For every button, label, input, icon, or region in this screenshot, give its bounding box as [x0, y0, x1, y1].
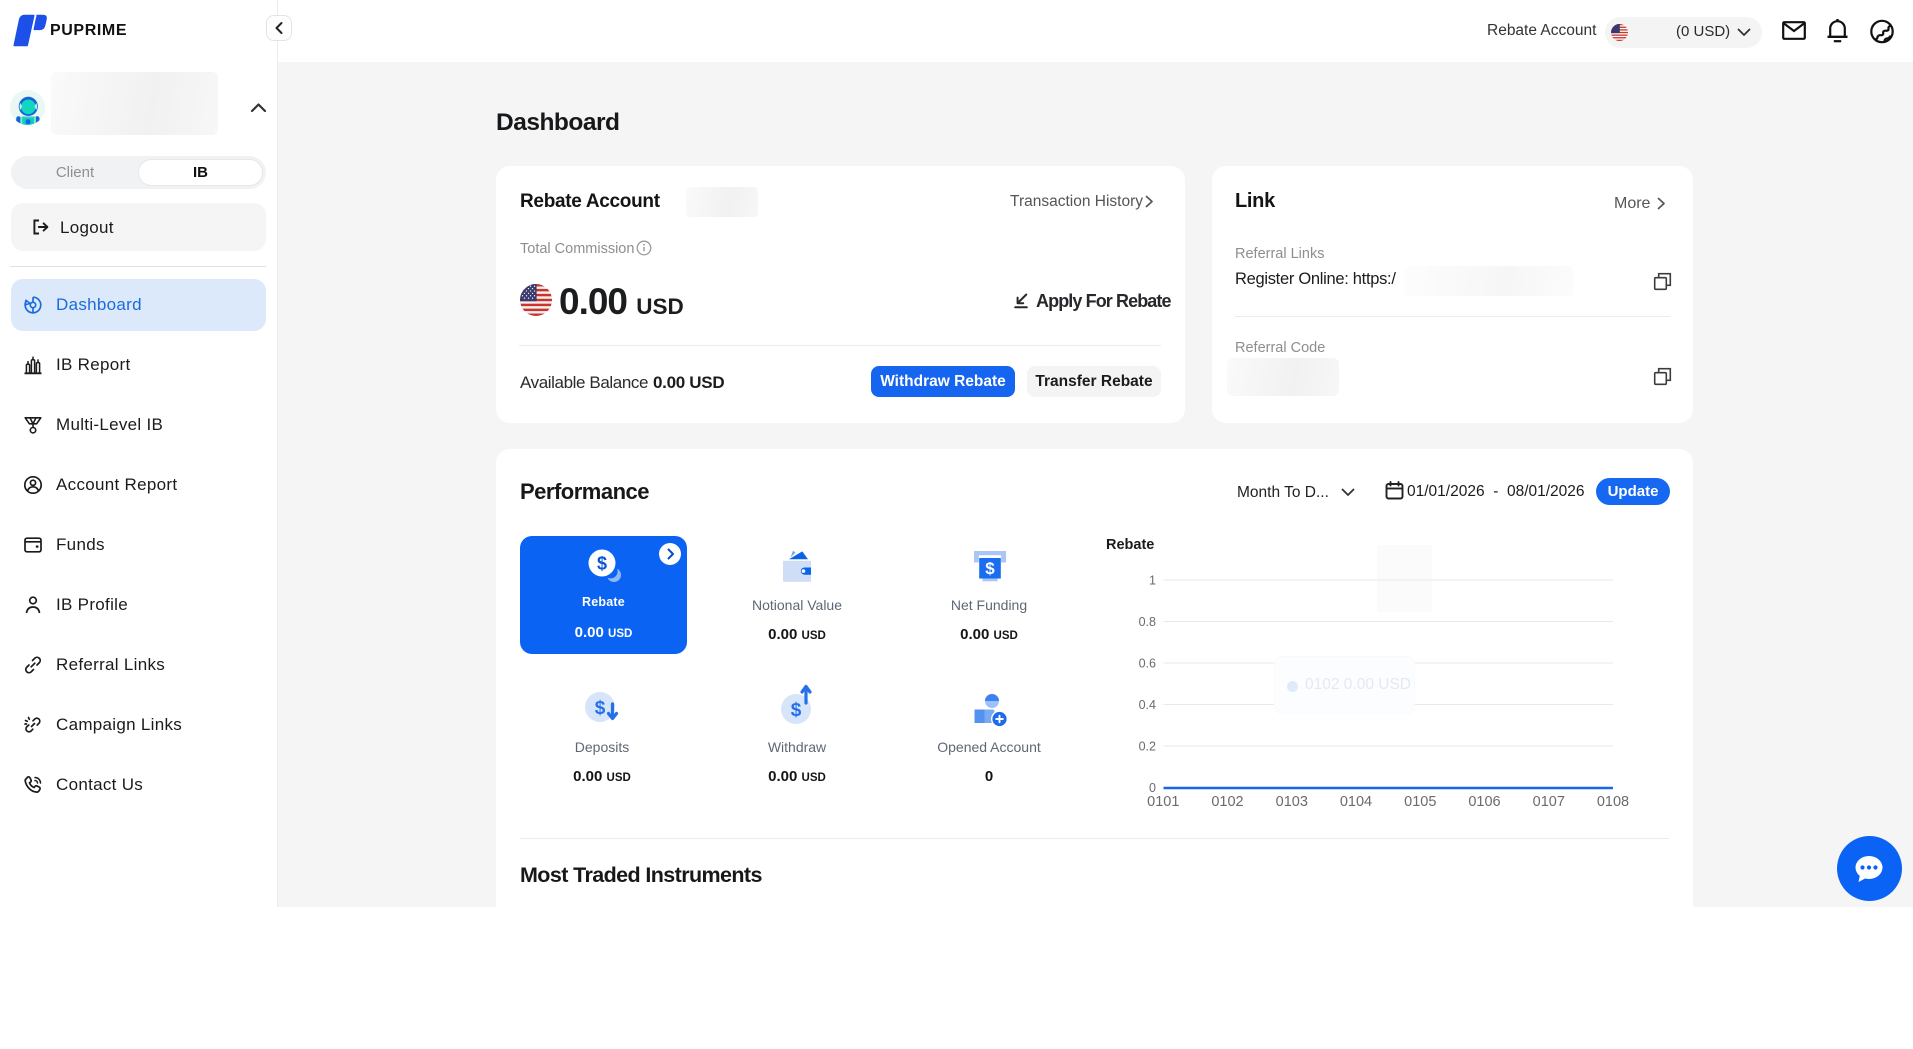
svg-text:0103: 0103 — [1276, 794, 1308, 810]
svg-text:0.6: 0.6 — [1139, 656, 1156, 670]
svg-text:$: $ — [597, 554, 607, 574]
svg-text:0105: 0105 — [1404, 794, 1436, 810]
svg-text:0106: 0106 — [1468, 794, 1500, 810]
svg-text:$: $ — [595, 698, 606, 719]
svg-text:1: 1 — [1149, 573, 1156, 587]
svg-text:0108: 0108 — [1597, 794, 1629, 810]
svg-text:$: $ — [791, 700, 802, 721]
svg-text:0102: 0102 — [1211, 794, 1243, 810]
svg-text:0104: 0104 — [1340, 794, 1372, 810]
svg-text:0.4: 0.4 — [1139, 698, 1156, 712]
svg-text:0107: 0107 — [1533, 794, 1565, 810]
svg-text:$: $ — [985, 559, 995, 578]
svg-text:0.2: 0.2 — [1139, 739, 1156, 753]
svg-text:0101: 0101 — [1147, 794, 1179, 810]
svg-text:0: 0 — [1149, 781, 1156, 795]
svg-text:0.8: 0.8 — [1139, 615, 1156, 629]
